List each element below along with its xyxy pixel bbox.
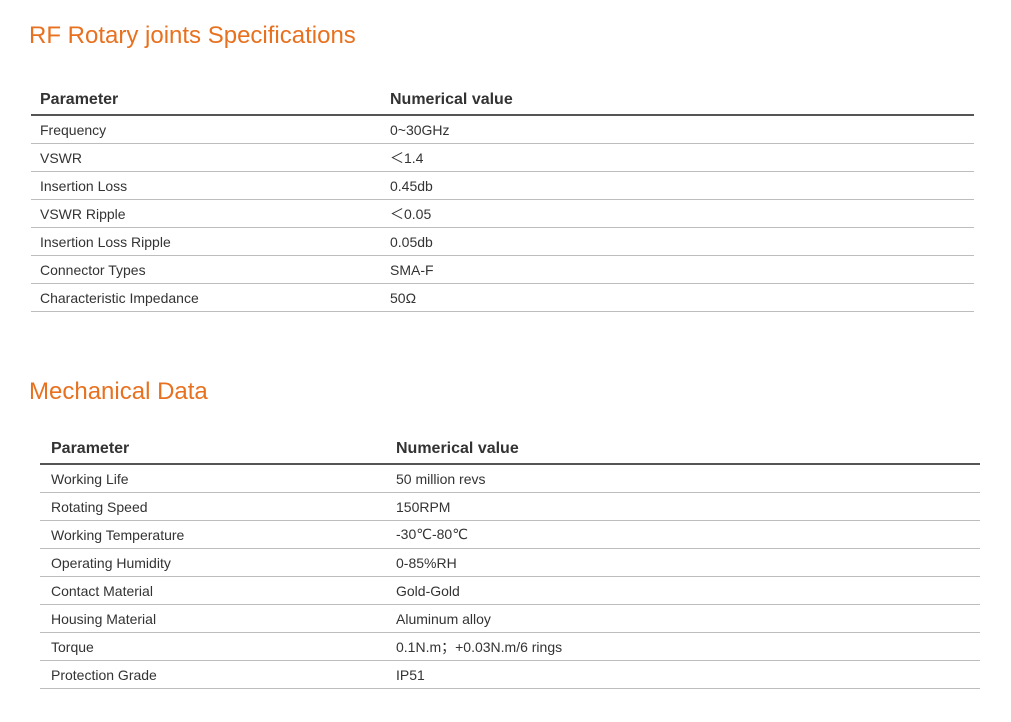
table-row: Rotating Speed 150RPM bbox=[40, 493, 980, 521]
rf-specs-title: RF Rotary joints Specifications bbox=[29, 22, 356, 49]
mechanical-data-table: Parameter Numerical value Working Life 5… bbox=[40, 431, 980, 689]
table-row: Characteristic Impedance 50Ω bbox=[31, 284, 974, 312]
parameter-cell: Rotating Speed bbox=[51, 498, 148, 515]
value-cell: 0.05db bbox=[390, 233, 433, 250]
parameter-cell: VSWR bbox=[40, 149, 82, 166]
table-row: Protection Grade IP51 bbox=[40, 661, 980, 689]
parameter-cell: Insertion Loss bbox=[40, 177, 128, 194]
value-cell: 150RPM bbox=[396, 498, 451, 515]
value-cell: -30℃-80℃ bbox=[396, 526, 468, 542]
parameter-cell: Torque bbox=[51, 638, 94, 655]
value-cell: 0~30GHz bbox=[390, 121, 450, 138]
parameter-cell: Insertion Loss Ripple bbox=[40, 233, 171, 250]
table-row: Torque 0.1N.m；+0.03N.m/6 rings bbox=[40, 633, 980, 661]
table-row: Insertion Loss 0.45db bbox=[31, 172, 974, 200]
parameter-cell: VSWR Ripple bbox=[40, 205, 126, 222]
parameter-cell: Operating Humidity bbox=[51, 554, 171, 571]
parameter-cell: Contact Material bbox=[51, 582, 153, 599]
value-cell: ＜0.05 bbox=[390, 205, 432, 222]
value-cell: 50 million revs bbox=[396, 470, 486, 487]
value-cell: Gold-Gold bbox=[396, 582, 460, 599]
table-row: Contact Material Gold-Gold bbox=[40, 577, 980, 605]
table-row: Frequency 0~30GHz bbox=[31, 116, 974, 144]
value-cell: 0-85%RH bbox=[396, 554, 457, 571]
rf-specs-table: Parameter Numerical value Frequency 0~30… bbox=[31, 82, 974, 312]
table-row: Insertion Loss Ripple 0.05db bbox=[31, 228, 974, 256]
table-row: Housing Material Aluminum alloy bbox=[40, 605, 980, 633]
parameter-cell: Housing Material bbox=[51, 610, 157, 627]
parameter-cell: Working Life bbox=[51, 470, 129, 487]
table-row: Working Life 50 million revs bbox=[40, 465, 980, 493]
table-row: VSWR Ripple ＜0.05 bbox=[31, 200, 974, 228]
table-row: Connector Types SMA-F bbox=[31, 256, 974, 284]
value-cell: SMA-F bbox=[390, 261, 434, 278]
mechanical-data-title: Mechanical Data bbox=[29, 378, 208, 405]
value-cell: 50Ω bbox=[390, 289, 417, 306]
parameter-cell: Frequency bbox=[40, 121, 107, 138]
value-cell: 0.45db bbox=[390, 177, 433, 194]
value-cell: Aluminum alloy bbox=[396, 610, 491, 627]
parameter-column-header: Parameter bbox=[40, 91, 119, 108]
table-header: Parameter Numerical value bbox=[40, 431, 980, 465]
table-row: Working Temperature -30℃-80℃ bbox=[40, 521, 980, 549]
value-column-header: Numerical value bbox=[396, 440, 519, 457]
parameter-cell: Protection Grade bbox=[51, 666, 157, 683]
parameter-cell: Characteristic Impedance bbox=[40, 289, 199, 306]
table-header: Parameter Numerical value bbox=[31, 82, 974, 116]
value-cell: 0.1N.m；+0.03N.m/6 rings bbox=[396, 638, 563, 655]
parameter-cell: Working Temperature bbox=[51, 526, 185, 543]
value-column-header: Numerical value bbox=[390, 91, 513, 108]
value-cell: ＜1.4 bbox=[390, 149, 424, 166]
parameter-column-header: Parameter bbox=[51, 440, 130, 457]
table-row: Operating Humidity 0-85%RH bbox=[40, 549, 980, 577]
table-row: VSWR ＜1.4 bbox=[31, 144, 974, 172]
parameter-cell: Connector Types bbox=[40, 261, 146, 278]
value-cell: IP51 bbox=[396, 666, 425, 683]
